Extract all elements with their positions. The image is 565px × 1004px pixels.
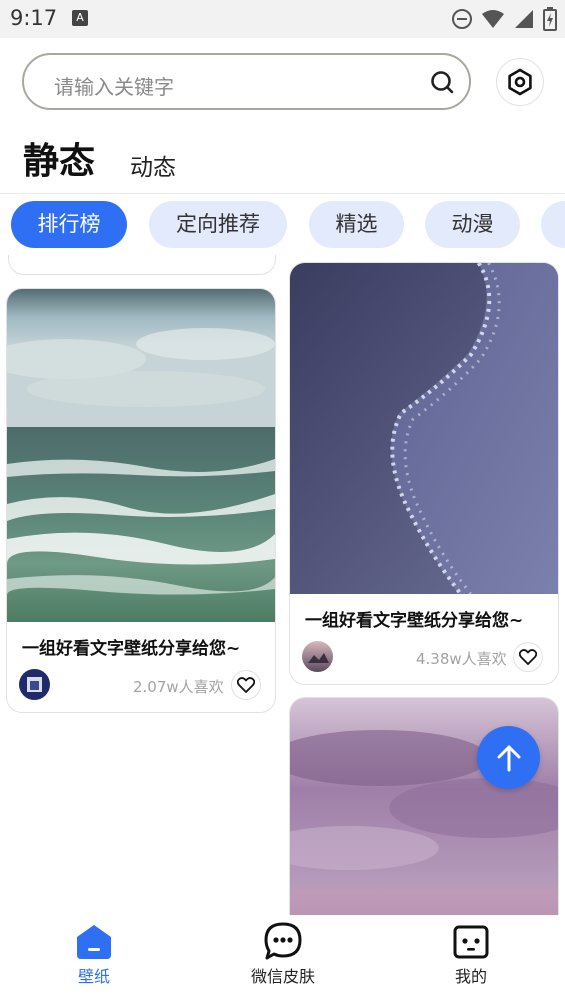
nav-label: 我的 xyxy=(454,967,487,986)
tab-static[interactable]: 静态 xyxy=(23,132,95,184)
nav-mine[interactable]: 我的 xyxy=(411,915,531,1004)
status-icons xyxy=(451,7,557,31)
likes-count: 2.07w人喜欢 xyxy=(133,678,224,696)
likes-count: 4.38w人喜欢 xyxy=(416,650,507,668)
like-button[interactable] xyxy=(513,642,543,672)
wallpaper-card[interactable]: 一组好看文字壁纸分享给您~ 4.38w人喜欢 xyxy=(289,262,559,685)
chip-featured[interactable]: 精选 xyxy=(309,201,404,248)
home-icon xyxy=(77,925,111,959)
avatar[interactable] xyxy=(302,641,333,672)
status-time: 9:17 xyxy=(10,6,58,30)
wallpaper-image xyxy=(290,263,558,594)
settings-button[interactable] xyxy=(496,58,544,106)
chat-bubble-icon xyxy=(264,922,302,960)
card-title: 一组好看文字壁纸分享给您~ xyxy=(305,611,524,631)
search-input[interactable]: 请输入关键字 xyxy=(22,53,471,110)
nav-wallpaper[interactable]: 壁纸 xyxy=(34,915,154,1004)
divider xyxy=(0,193,565,194)
search-placeholder: 请输入关键字 xyxy=(54,75,174,99)
status-bar: 9:17 A xyxy=(0,0,565,38)
heart-icon xyxy=(519,649,537,665)
chip-anime[interactable]: 动漫 xyxy=(425,201,520,248)
nav-label: 微信皮肤 xyxy=(250,967,315,986)
chip-ranking[interactable]: 排行榜 xyxy=(11,201,127,248)
nav-label: 壁纸 xyxy=(77,967,110,986)
dnd-icon xyxy=(452,9,472,29)
chip-partial[interactable] xyxy=(541,201,565,248)
profile-icon xyxy=(453,925,489,959)
nav-wechat-skin[interactable]: 微信皮肤 xyxy=(223,915,343,1004)
avatar[interactable] xyxy=(19,669,50,700)
arrow-up-icon xyxy=(497,745,520,771)
card-title: 一组好看文字壁纸分享给您~ xyxy=(22,639,241,659)
category-chips: 排行榜 定向推荐 精选 动漫 xyxy=(11,201,565,248)
wallpaper-card[interactable]: 一组好看文字壁纸分享给您~ 2.07w人喜欢 xyxy=(6,288,276,713)
gear-icon xyxy=(508,68,532,96)
signal-icon xyxy=(515,10,533,28)
tab-dynamic[interactable]: 动态 xyxy=(130,148,176,182)
wifi-icon xyxy=(482,10,504,28)
wallpaper-feed: 一组好看文字壁纸分享给您~ 2.07w人喜欢 一组好看文字壁纸分享给您~ 4.3… xyxy=(0,255,565,915)
back-to-top-button[interactable] xyxy=(477,726,540,789)
battery-icon xyxy=(543,7,557,31)
search-icon[interactable] xyxy=(429,69,455,95)
chip-recommend[interactable]: 定向推荐 xyxy=(149,201,287,248)
card-partial[interactable] xyxy=(8,255,276,275)
wallpaper-image xyxy=(7,289,275,622)
notification-a-icon: A xyxy=(72,10,88,26)
heart-icon xyxy=(237,677,255,693)
bottom-nav: 壁纸 微信皮肤 我的 xyxy=(0,915,565,1004)
like-button[interactable] xyxy=(231,670,261,700)
